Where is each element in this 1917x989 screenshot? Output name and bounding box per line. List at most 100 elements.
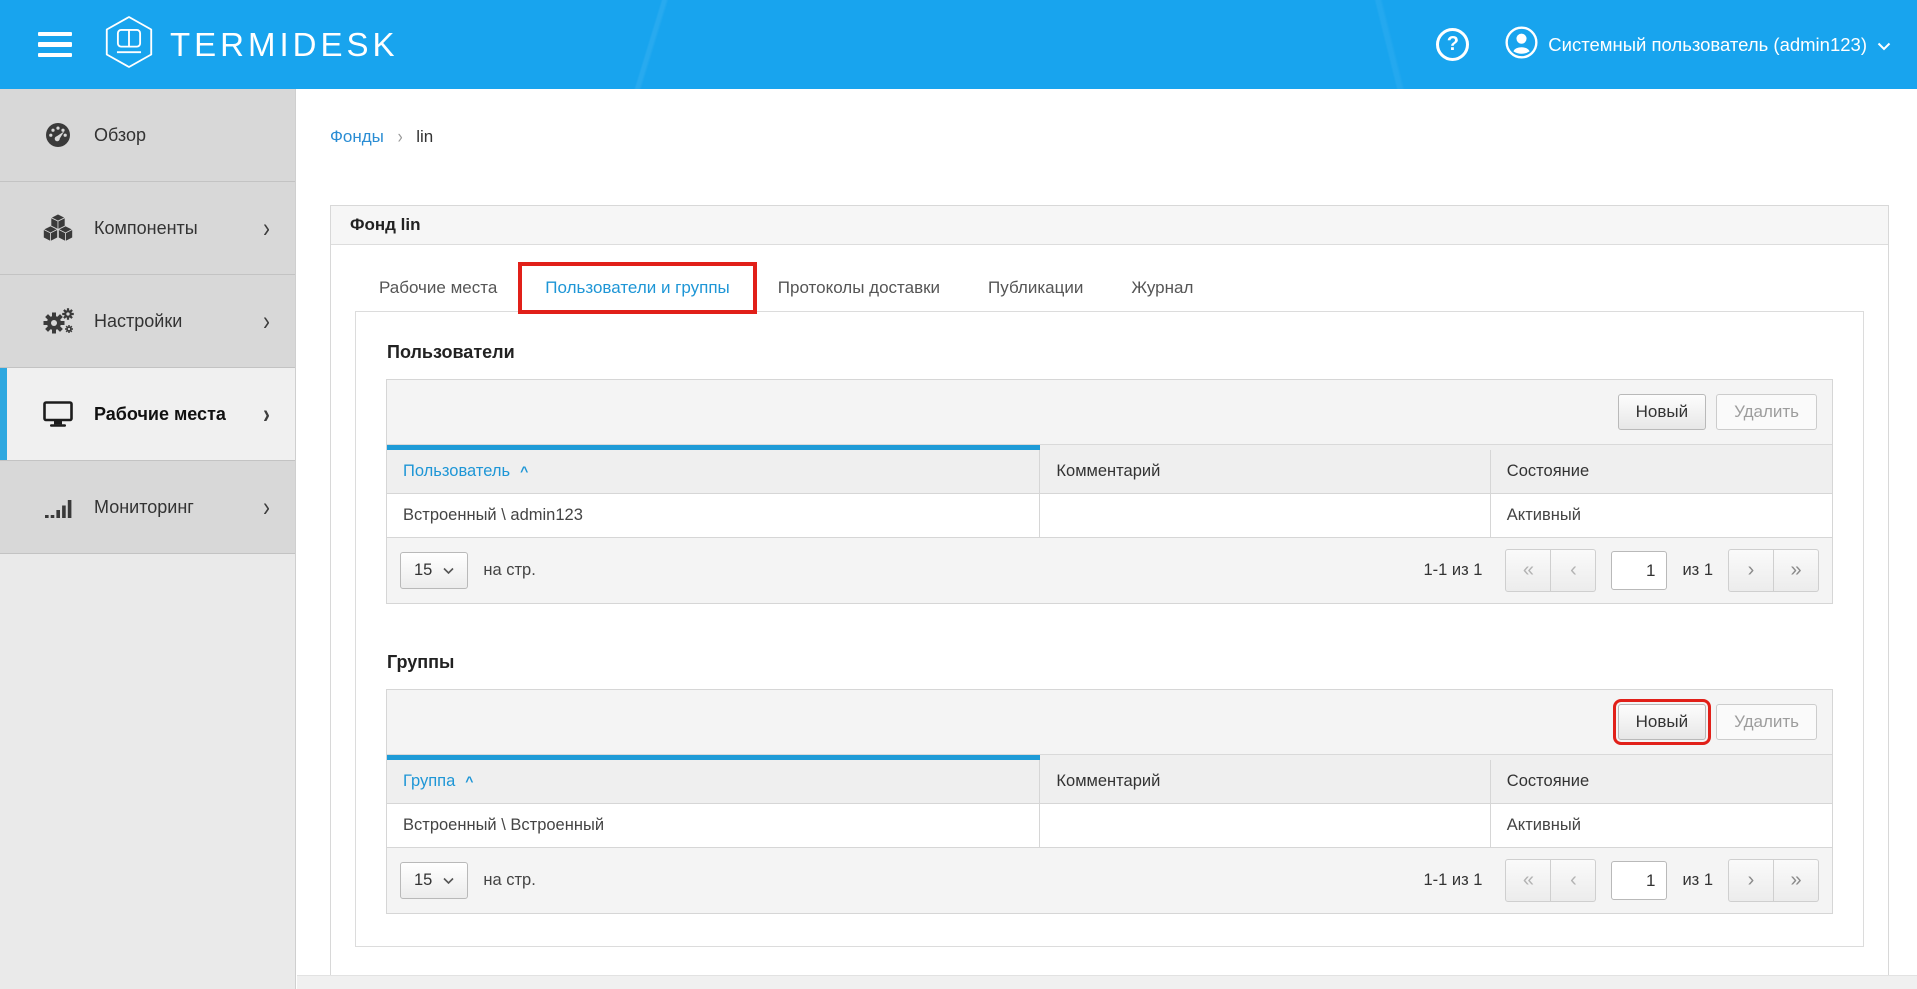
panel-title: Фонд lin <box>331 206 1888 245</box>
breadcrumb-separator-icon: › <box>398 128 403 147</box>
users-pagination: 15 на стр. 1-1 из 1 « <box>387 538 1832 603</box>
groups-column-comment[interactable]: Комментарий <box>1040 758 1490 804</box>
users-page-size-select[interactable]: 15 <box>400 552 468 589</box>
total-pages-label: из 1 <box>1682 871 1713 890</box>
topbar-right: ? Системный пользователь (admin123) <box>1436 26 1891 64</box>
user-name-cell: Встроенный \ admin123 <box>387 494 1040 538</box>
chart-bars-icon <box>42 496 74 519</box>
brand-name: TERMIDESK <box>170 26 399 64</box>
menu-icon[interactable] <box>38 32 72 58</box>
sort-asc-icon: ^ <box>520 463 528 479</box>
termidesk-app: TERMIDESK ? Системный пользователь (admi… <box>0 0 1917 989</box>
termidesk-logo-icon <box>104 14 154 75</box>
chevron-right-icon: › <box>263 494 270 521</box>
prev-page-button[interactable]: ‹ <box>1551 859 1596 902</box>
sidebar-item-label: Рабочие места <box>94 404 226 425</box>
per-page-label: на стр. <box>483 871 535 890</box>
sidebar-item-label: Компоненты <box>94 218 198 239</box>
chevron-right-icon: › <box>263 401 270 428</box>
per-page-label: на стр. <box>483 561 535 580</box>
groups-column-state[interactable]: Состояние <box>1490 758 1832 804</box>
first-page-button[interactable]: « <box>1505 549 1551 592</box>
groups-table: Группа^ Комментарий Состояние Встроенный… <box>387 755 1832 848</box>
sidebar: Обзор Компоненты › <box>0 89 296 989</box>
groups-pager: 1-1 из 1 « ‹ из 1 › » <box>1423 859 1819 902</box>
chevron-down-icon <box>1877 34 1891 56</box>
sidebar-item-components[interactable]: Компоненты › <box>0 182 295 275</box>
help-icon[interactable]: ? <box>1436 28 1469 61</box>
group-state-cell: Активный <box>1490 804 1832 848</box>
page-number-input[interactable] <box>1611 861 1667 900</box>
sidebar-item-label: Мониторинг <box>94 497 194 518</box>
main-content: Фонды › lin Фонд lin Рабочие места Польз… <box>297 89 1917 989</box>
chevron-right-icon: › <box>263 215 270 242</box>
users-column-comment[interactable]: Комментарий <box>1040 448 1490 494</box>
sort-asc-icon: ^ <box>465 773 473 789</box>
sidebar-item-monitoring[interactable]: Мониторинг › <box>0 461 295 554</box>
users-table-row[interactable]: Встроенный \ admin123 Активный <box>387 494 1832 538</box>
sidebar-item-label: Обзор <box>94 125 146 146</box>
sidebar-item-settings[interactable]: Настройки › <box>0 275 295 368</box>
users-column-state[interactable]: Состояние <box>1490 448 1832 494</box>
user-comment-cell <box>1040 494 1490 538</box>
groups-section-title: Группы <box>387 652 1833 673</box>
groups-delete-button[interactable]: Удалить <box>1716 704 1817 740</box>
groups-new-button[interactable]: Новый <box>1618 704 1706 740</box>
page-number-input[interactable] <box>1611 551 1667 590</box>
fund-tabs: Рабочие места Пользователи и группы Прот… <box>355 265 1864 311</box>
group-name-cell: Встроенный \ Встроенный <box>387 804 1040 848</box>
users-table-card: Новый Удалить Пользователь^ Коммен <box>386 379 1833 604</box>
brand: TERMIDESK <box>104 14 399 75</box>
groups-pagination: 15 на стр. 1-1 из 1 « <box>387 848 1832 913</box>
user-menu[interactable]: Системный пользователь (admin123) <box>1505 26 1891 64</box>
users-delete-button[interactable]: Удалить <box>1716 394 1817 430</box>
groups-column-group[interactable]: Группа^ <box>387 758 1040 804</box>
panel-body: Рабочие места Пользователи и группы Прот… <box>331 245 1888 977</box>
users-pager: 1-1 из 1 « ‹ из 1 › » <box>1423 549 1819 592</box>
breadcrumb-current: lin <box>416 127 433 147</box>
chevron-down-icon <box>443 871 454 890</box>
range-label: 1-1 из 1 <box>1423 871 1482 890</box>
next-page-button[interactable]: › <box>1728 549 1774 592</box>
users-section-title: Пользователи <box>387 342 1833 363</box>
breadcrumb: Фонды › lin <box>330 127 1889 147</box>
last-page-button[interactable]: » <box>1774 549 1819 592</box>
user-state-cell: Активный <box>1490 494 1832 538</box>
last-page-button[interactable]: » <box>1774 859 1819 902</box>
users-table: Пользователь^ Комментарий Состояние Встр… <box>387 445 1832 538</box>
prev-page-button[interactable]: ‹ <box>1551 549 1596 592</box>
sidebar-item-workplaces[interactable]: Рабочие места › <box>0 368 295 461</box>
gears-icon <box>42 307 74 336</box>
total-pages-label: из 1 <box>1682 561 1713 580</box>
sidebar-item-overview[interactable]: Обзор <box>0 89 295 182</box>
groups-table-row[interactable]: Встроенный \ Встроенный Активный <box>387 804 1832 848</box>
group-comment-cell <box>1040 804 1490 848</box>
breadcrumb-link-funds[interactable]: Фонды <box>330 127 384 147</box>
tab-content: Пользователи Новый Удалить Поль <box>355 311 1864 947</box>
users-column-user[interactable]: Пользователь^ <box>387 448 1040 494</box>
tab-workplaces[interactable]: Рабочие места <box>355 265 521 311</box>
fund-panel: Фонд lin Рабочие места Пользователи и гр… <box>330 205 1889 978</box>
tab-users-groups[interactable]: Пользователи и группы <box>521 265 754 311</box>
desktop-icon <box>42 401 74 427</box>
groups-section: Группы Новый Удалить Группа^ <box>386 652 1833 914</box>
users-toolbar: Новый Удалить <box>387 380 1832 445</box>
tab-delivery-protocols[interactable]: Протоколы доставки <box>754 265 964 311</box>
groups-page-size-select[interactable]: 15 <box>400 862 468 899</box>
topbar: TERMIDESK ? Системный пользователь (admi… <box>0 0 1917 89</box>
range-label: 1-1 из 1 <box>1423 561 1482 580</box>
chevron-down-icon <box>443 561 454 580</box>
sidebar-item-label: Настройки <box>94 311 182 332</box>
users-new-button[interactable]: Новый <box>1618 394 1706 430</box>
tab-publications[interactable]: Публикации <box>964 265 1107 311</box>
users-section: Пользователи Новый Удалить Поль <box>386 342 1833 604</box>
chevron-right-icon: › <box>263 308 270 335</box>
cubes-icon <box>42 214 74 242</box>
groups-toolbar: Новый Удалить <box>387 690 1832 755</box>
dashboard-icon <box>42 121 74 149</box>
groups-table-card: Новый Удалить Группа^ Комментарий <box>386 689 1833 914</box>
next-page-button[interactable]: › <box>1728 859 1774 902</box>
first-page-button[interactable]: « <box>1505 859 1551 902</box>
user-avatar-icon <box>1505 26 1538 64</box>
tab-journal[interactable]: Журнал <box>1107 265 1217 311</box>
